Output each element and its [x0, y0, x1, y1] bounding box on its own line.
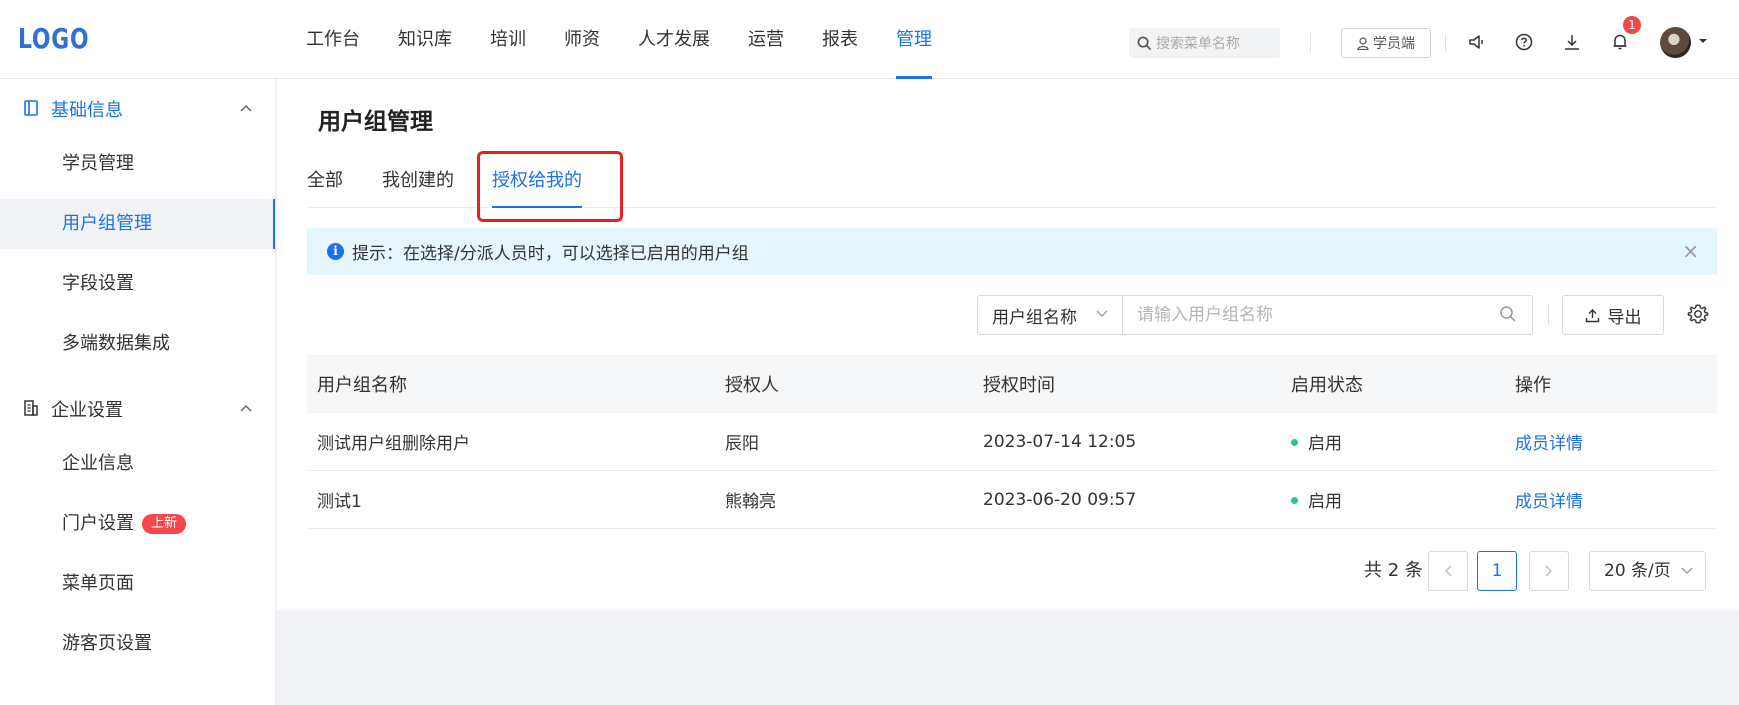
nav-item-operations[interactable]: 运营 — [748, 0, 784, 79]
cell-name: 测试1 — [317, 492, 362, 512]
nav-item-manage[interactable]: 管理 — [896, 0, 932, 79]
chevron-up-icon — [240, 404, 252, 412]
divider — [1445, 34, 1446, 52]
next-page-button[interactable] — [1529, 551, 1569, 591]
divider — [1310, 34, 1311, 52]
upload-icon — [1585, 308, 1599, 322]
nav-item-knowledge[interactable]: 知识库 — [398, 0, 452, 79]
main-panel: 用户组管理 全部 我创建的 授权给我的 i 提示：在选择/分派人员时，可以选择已… — [277, 79, 1739, 610]
status-text: 启用 — [1308, 434, 1342, 454]
search-input[interactable] — [1122, 295, 1533, 335]
chevron-down-icon — [1681, 567, 1693, 574]
header-action: 操作 — [1515, 375, 1551, 396]
member-details-link[interactable]: 成员详情 — [1515, 492, 1583, 512]
sidebar-item-students[interactable]: 学员管理 — [0, 139, 275, 189]
close-icon[interactable]: × — [1682, 241, 1699, 261]
export-label: 导出 — [1607, 307, 1642, 328]
nav-item-reports[interactable]: 报表 — [822, 0, 858, 79]
sidebar-item-menu-pages[interactable]: 菜单页面 — [0, 559, 275, 609]
header-time: 授权时间 — [983, 375, 1055, 396]
header-status: 启用状态 — [1291, 375, 1363, 396]
cell-status: 启用 — [1281, 429, 1505, 454]
export-button[interactable]: 导出 — [1562, 295, 1664, 335]
tip-text: 提示：在选择/分派人员时，可以选择已启用的用户组 — [352, 244, 749, 264]
chevron-down-icon — [1096, 310, 1108, 317]
logo: LOGO — [18, 22, 90, 55]
chevron-up-icon — [240, 104, 252, 112]
sidebar-group-enterprise[interactable]: 企业设置 — [0, 379, 275, 439]
sidebar-item-guest-page[interactable]: 游客页设置 — [0, 619, 275, 669]
cell-name: 测试用户组删除用户 — [317, 434, 470, 454]
sidebar-item-enterprise-info[interactable]: 企业信息 — [0, 439, 275, 489]
filter-field-select[interactable]: 用户组名称 — [977, 295, 1122, 335]
gear-icon[interactable] — [1687, 303, 1709, 325]
sidebar-item-user-groups[interactable]: 用户组管理 — [0, 199, 275, 249]
sidebar-group-basic-info[interactable]: 基础信息 — [0, 79, 275, 139]
megaphone-icon[interactable] — [1466, 31, 1488, 53]
top-bar: LOGO 工作台 知识库 培训 师资 人才发展 运营 报表 管理 搜索菜单名称 … — [0, 0, 1739, 79]
tip-banner: i 提示：在选择/分派人员时，可以选择已启用的用户组 × — [307, 228, 1717, 275]
avatar[interactable] — [1660, 27, 1691, 58]
nav-item-teachers[interactable]: 师资 — [564, 0, 600, 79]
member-details-link[interactable]: 成员详情 — [1515, 434, 1583, 454]
sidebar-group-label: 企业设置 — [51, 400, 123, 421]
table-header: 用户组名称 授权人 授权时间 启用状态 操作 — [307, 355, 1717, 413]
divider — [1548, 305, 1549, 325]
search-icon[interactable] — [1499, 305, 1517, 323]
cell-grantor: 辰阳 — [725, 434, 759, 454]
page-title: 用户组管理 — [318, 109, 433, 135]
sidebar-group-label: 基础信息 — [51, 100, 123, 121]
cell-time: 2023-07-14 12:05 — [983, 431, 1137, 452]
user-group-table: 用户组名称 授权人 授权时间 启用状态 操作 测试用户组删除用户 辰阳 2023… — [307, 355, 1717, 529]
help-icon[interactable] — [1513, 31, 1535, 53]
cell-action: 成员详情 — [1505, 487, 1717, 512]
status-dot — [1291, 497, 1298, 504]
nav-item-training[interactable]: 培训 — [490, 0, 526, 79]
menu-search[interactable]: 搜索菜单名称 — [1129, 28, 1280, 58]
info-icon: i — [327, 243, 344, 260]
caret-down-icon[interactable] — [1698, 38, 1708, 44]
notification-badge: 1 — [1623, 16, 1641, 34]
building-icon — [24, 400, 38, 416]
book-icon — [24, 100, 38, 116]
table-row: 测试1 熊翰亮 2023-06-20 09:57 启用 成员详情 — [307, 471, 1717, 529]
prev-page-button[interactable] — [1428, 551, 1468, 591]
cell-action: 成员详情 — [1505, 429, 1717, 454]
sidebar-item-label: 门户设置 — [62, 513, 134, 534]
sidebar-item-data-integration[interactable]: 多端数据集成 — [0, 319, 275, 369]
bell-icon[interactable] — [1609, 31, 1631, 53]
new-badge: 上新 — [142, 514, 187, 534]
cell-status: 启用 — [1281, 487, 1505, 512]
chevron-left-icon — [1445, 565, 1452, 577]
cell-time: 2023-06-20 09:57 — [983, 489, 1137, 510]
filter-field-value: 用户组名称 — [992, 307, 1077, 328]
status-dot — [1291, 439, 1298, 446]
student-portal-label: 学员端 — [1373, 36, 1415, 52]
menu-search-placeholder: 搜索菜单名称 — [1156, 36, 1240, 52]
tab-bar: 全部 我创建的 授权给我的 — [307, 159, 1717, 208]
status-text: 启用 — [1308, 492, 1342, 512]
student-portal-button[interactable]: 学员端 — [1341, 28, 1431, 58]
nav-item-talent[interactable]: 人才发展 — [638, 0, 710, 79]
header-name: 用户组名称 — [317, 375, 407, 396]
user-icon — [1357, 36, 1369, 50]
nav-item-workbench[interactable]: 工作台 — [306, 0, 360, 79]
search-icon — [1137, 36, 1152, 50]
sidebar: 基础信息 学员管理 用户组管理 字段设置 多端数据集成 企业设置 企业信息 门户… — [0, 79, 276, 705]
table-row: 测试用户组删除用户 辰阳 2023-07-14 12:05 启用 成员详情 — [307, 413, 1717, 471]
chevron-right-icon — [1545, 565, 1552, 577]
download-icon[interactable] — [1561, 31, 1583, 53]
main-nav: 工作台 知识库 培训 师资 人才发展 运营 报表 管理 — [306, 0, 970, 79]
header-grantor: 授权人 — [725, 375, 779, 396]
sidebar-item-fields[interactable]: 字段设置 — [0, 259, 275, 309]
page-size-select[interactable]: 20 条/页 — [1589, 551, 1706, 591]
pagination-total: 共 2 条 — [1364, 560, 1423, 581]
sidebar-item-portal-settings[interactable]: 门户设置 上新 — [0, 499, 275, 549]
page-number-current[interactable]: 1 — [1477, 551, 1517, 591]
tab-created-by-me[interactable]: 我创建的 — [382, 159, 454, 208]
cell-grantor: 熊翰亮 — [725, 492, 776, 512]
tab-all[interactable]: 全部 — [307, 159, 343, 208]
page-size-value: 20 条/页 — [1604, 561, 1671, 581]
tab-authorized-to-me[interactable]: 授权给我的 — [492, 159, 582, 208]
